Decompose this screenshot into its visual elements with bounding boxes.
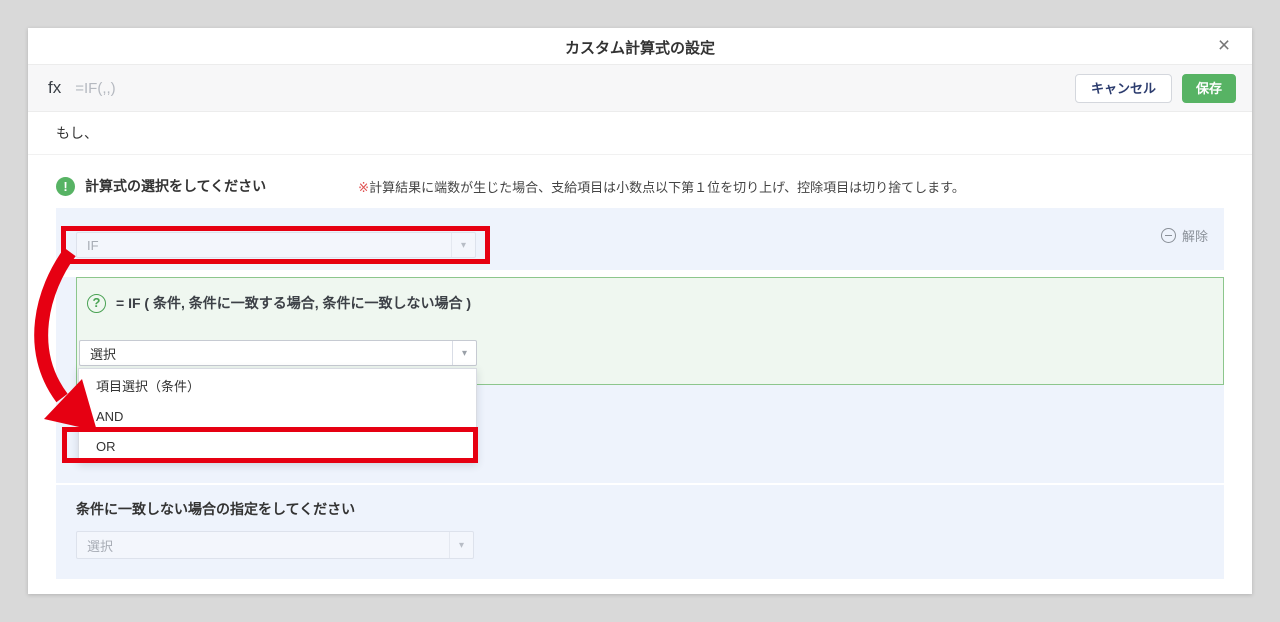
guide-row: ! 計算式の選択をしてください ※計算結果に端数が生じた場合、支給項目は小数点以… bbox=[28, 168, 1252, 204]
formula-expression: =IF(,,) bbox=[75, 79, 116, 97]
info-icon: ! bbox=[56, 176, 75, 196]
note-text: 計算結果に端数が生じた場合、支給項目は小数点以下第１位を切り上げ、控除項目は切り… bbox=[369, 179, 965, 195]
help-icon: ? bbox=[87, 293, 106, 313]
rounding-note: ※計算結果に端数が生じた場合、支給項目は小数点以下第１位を切り上げ、控除項目は切… bbox=[358, 177, 965, 196]
fx-icon: fx bbox=[48, 78, 62, 97]
close-icon[interactable]: × bbox=[1210, 32, 1238, 60]
syntax-hint-row: ? = IF ( 条件, 条件に一致する場合, 条件に一致しない場合 ) bbox=[87, 293, 471, 313]
chevron-down-icon[interactable]: ▾ bbox=[452, 341, 476, 365]
dialog-title: カスタム計算式の設定 bbox=[564, 40, 715, 57]
remove-function-button[interactable]: 解除 bbox=[1160, 226, 1208, 245]
menu-item-and[interactable]: AND bbox=[79, 402, 476, 432]
menu-item-or[interactable]: OR bbox=[79, 432, 476, 462]
function-select-section: IF ▾ 解除 bbox=[56, 208, 1224, 270]
dialog-header: カスタム計算式の設定 × bbox=[28, 28, 1252, 64]
condition-select[interactable]: 選択 ▾ bbox=[79, 340, 477, 366]
function-select[interactable]: IF ▾ bbox=[76, 232, 476, 258]
cancel-button[interactable]: キャンセル bbox=[1074, 73, 1172, 103]
if-intro-row: もし、 bbox=[28, 112, 1252, 155]
guide-heading: 計算式の選択をしてください bbox=[85, 178, 267, 194]
else-select[interactable]: 選択 ▾ bbox=[76, 531, 474, 559]
remove-label: 解除 bbox=[1181, 229, 1208, 244]
if-intro-label: もし、 bbox=[56, 125, 98, 141]
condition-dropdown-menu: 項目選択（条件） AND OR bbox=[78, 368, 477, 463]
syntax-hint-text: = IF ( 条件, 条件に一致する場合, 条件に一致しない場合 ) bbox=[116, 295, 472, 311]
chevron-down-icon[interactable]: ▾ bbox=[449, 532, 473, 558]
save-button[interactable]: 保存 bbox=[1181, 73, 1236, 103]
minus-circle-icon bbox=[1160, 228, 1176, 243]
menu-item-item-select[interactable]: 項目選択（条件） bbox=[79, 372, 476, 402]
chevron-down-icon[interactable]: ▾ bbox=[451, 233, 475, 257]
else-heading: 条件に一致しない場合の指定をしてください bbox=[76, 501, 356, 517]
condition-select-value: 選択 bbox=[90, 346, 117, 362]
formula-bar: fx =IF(,,) キャンセル 保存 bbox=[28, 64, 1252, 112]
function-select-value: IF bbox=[87, 237, 99, 253]
custom-formula-dialog: カスタム計算式の設定 × fx =IF(,,) キャンセル 保存 もし、 ! 計… bbox=[28, 28, 1252, 594]
else-select-value: 選択 bbox=[87, 538, 114, 554]
else-section: 条件に一致しない場合の指定をしてください 選択 ▾ bbox=[56, 485, 1224, 579]
note-asterisk: ※ bbox=[358, 179, 370, 195]
